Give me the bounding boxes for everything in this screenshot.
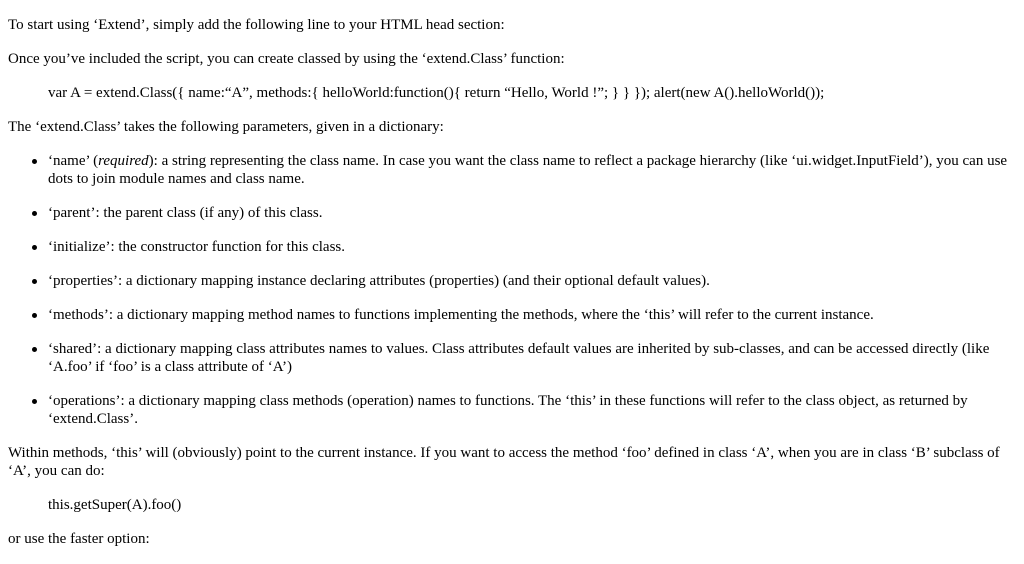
- param-properties: ‘properties’: a dictionary mapping insta…: [48, 273, 710, 289]
- within-methods-paragraph: Within methods, ‘this’ will (obviously) …: [8, 445, 1000, 479]
- list-item-parent: ‘parent’: the parent class (if any) of t…: [32, 204, 1016, 222]
- param-name-required: required: [98, 153, 149, 169]
- list-item-operations: ‘operations’: a dictionary mapping class…: [32, 392, 1016, 428]
- intro-line-1: To start using ‘Extend’, simply add the …: [8, 17, 505, 33]
- list-item-shared: ‘shared’: a dictionary mapping class att…: [32, 340, 1016, 376]
- intro-line-2: Once you’ve included the script, you can…: [8, 51, 565, 67]
- param-shared: ‘shared’: a dictionary mapping class att…: [48, 341, 990, 375]
- list-item-properties: ‘properties’: a dictionary mapping insta…: [32, 272, 1016, 290]
- param-methods: ‘methods’: a dictionary mapping method n…: [48, 307, 874, 323]
- params-list: ‘name’ (required): a string representing…: [8, 152, 1016, 428]
- list-item-initialize: ‘initialize’: the constructor function f…: [32, 238, 1016, 256]
- param-initialize: ‘initialize’: the constructor function f…: [48, 239, 345, 255]
- param-parent: ‘parent’: the parent class (if any) of t…: [48, 205, 323, 221]
- list-item-methods: ‘methods’: a dictionary mapping method n…: [32, 306, 1016, 324]
- faster-option-line: or use the faster option:: [8, 531, 150, 547]
- code-example: var A = extend.Class({ name:“A”, methods…: [48, 85, 825, 101]
- super-call-example: this.getSuper(A).foo(): [48, 497, 182, 513]
- param-name-before: ‘name’ (: [48, 153, 99, 169]
- document-page: To start using ‘Extend’, simply add the …: [0, 0, 1024, 564]
- list-item-name: ‘name’ (required): a string representing…: [32, 152, 1016, 188]
- params-intro: The ‘extend.Class’ takes the following p…: [8, 119, 444, 135]
- param-name-after: ): a string representing the class name.…: [48, 153, 1008, 187]
- param-operations: ‘operations’: a dictionary mapping class…: [48, 393, 968, 427]
